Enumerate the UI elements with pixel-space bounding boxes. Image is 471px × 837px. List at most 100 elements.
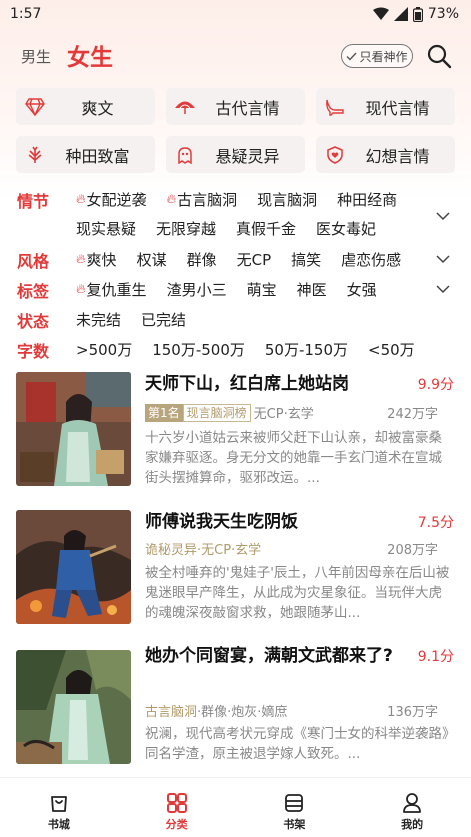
expand-chevron-icon[interactable] — [436, 254, 450, 264]
nav-category[interactable]: 分类 — [118, 778, 236, 837]
filter-row-status: 状态 未完结 已完结 — [0, 306, 471, 334]
category-label: 幻想言情 — [365, 146, 430, 166]
book-meta: 第1名 现言脑洞榜 无CP·玄学 242万字 — [145, 403, 455, 422]
rank-list-badge[interactable]: 现言脑洞榜 — [182, 403, 251, 422]
nav-label: 我的 — [401, 818, 424, 831]
book-word-count: 208万字 — [387, 543, 438, 558]
book-cover[interactable] — [16, 650, 131, 764]
category-card[interactable]: 幻想言情 — [316, 136, 455, 173]
search-icon[interactable] — [426, 43, 452, 69]
filter-tag[interactable]: 渣男小三 — [167, 279, 227, 300]
book-description: 十六岁小道姑云来被师父赶下山认亲，却被富豪桑家嫌弃驱逐。身无分文的她靠一手玄门道… — [145, 430, 442, 486]
nav-label: 书架 — [283, 818, 306, 831]
book-genre: 诡秘灵异·无CP·玄学 — [145, 543, 262, 558]
book-score: 9.9分 — [417, 377, 454, 393]
filter-row-plot: 情节 🔥︎ 女配逆袭 🔥︎ 古言脑洞 现言脑洞 种田经商 — [0, 186, 471, 214]
book-meta: 古言脑洞 ·群像·炮灰·嫡庶 136万字 — [145, 701, 455, 720]
status-icons: 73% — [372, 6, 459, 22]
filter-tag[interactable]: 50万-150万 — [265, 339, 348, 360]
category-card[interactable]: 古代言情 — [166, 88, 305, 125]
filter-tag[interactable]: 已完结 — [141, 309, 186, 330]
bottom-nav: 书城 分类 书架 我的 — [0, 777, 471, 837]
signal-icon — [393, 7, 408, 21]
book-description: 祝澜，现代高考状元穿成《寒门士女的科举逆袭路》同名学渣，原主被退学嫁人致死。..… — [145, 726, 449, 762]
book-cover[interactable] — [16, 372, 131, 486]
filter-label-words: 字数 — [17, 342, 50, 361]
book-genre: 古言脑洞 — [145, 705, 198, 720]
profile-icon — [403, 793, 422, 813]
filter-tag[interactable]: 未完结 — [76, 309, 121, 330]
status-time: 1:57 — [10, 6, 42, 22]
wifi-icon — [372, 7, 389, 20]
check-icon — [346, 52, 357, 61]
header: 男生 女生 只看神作 — [0, 36, 471, 76]
filter-tag[interactable]: 女强 — [347, 279, 377, 300]
expand-chevron-icon[interactable] — [436, 284, 450, 294]
filter-tag[interactable]: 无限穿越 — [156, 218, 216, 239]
filter-tag[interactable]: 现言脑洞 — [257, 189, 317, 210]
filter-row-words: 字数 >500万 150万-500万 50万-150万 <50万 — [0, 336, 471, 364]
nav-profile[interactable]: 我的 — [353, 778, 471, 837]
category-grid: 爽文 古代言情 现代言情 种田致富 悬疑灵异 幻想言情 — [16, 88, 456, 173]
battery-icon — [412, 6, 423, 22]
filter-tag[interactable]: 医女毒妃 — [316, 218, 376, 239]
filter-tag[interactable]: >500万 — [76, 339, 132, 360]
category-card[interactable]: 爽文 — [16, 88, 155, 125]
filter-label-tag: 标签 — [17, 282, 50, 301]
nav-label: 书城 — [47, 818, 70, 831]
filter-tag[interactable]: 萌宝 — [247, 279, 277, 300]
filter-tag[interactable]: 无CP — [237, 249, 272, 270]
status-bar: 1:57 73% — [0, 0, 471, 28]
category-label: 种田致富 — [65, 146, 130, 166]
rank-badge: 第1名 — [145, 403, 183, 422]
book-title[interactable]: 师傅说我天生吃阴饭 — [145, 508, 405, 536]
nav-label: 分类 — [165, 818, 188, 831]
filter-tag[interactable]: 群像 — [187, 249, 217, 270]
book-item[interactable]: 师傅说我天生吃阴饭 7.5分 诡秘灵异·无CP·玄学 208万字 被全村唾弃的'… — [0, 506, 471, 631]
book-description: 被全村唾弃的'鬼娃子'辰土，八年前因母亲在后山被鬼迷眼早产降生，从此成为灾星象征… — [145, 565, 450, 621]
category-card[interactable]: 悬疑灵异 — [166, 136, 305, 173]
battery-percent: 73% — [427, 6, 459, 22]
tab-female[interactable]: 女生 — [67, 38, 113, 72]
book-title[interactable]: 天师下山，红白席上她站岗 — [145, 370, 405, 398]
filter-tag[interactable]: 种田经商 — [337, 189, 397, 210]
filter-tag[interactable]: 虐恋伤感 — [341, 249, 401, 270]
category-card[interactable]: 种田致富 — [16, 136, 155, 173]
masterpiece-filter-toggle[interactable]: 只看神作 — [341, 44, 413, 68]
book-title[interactable]: 她办个同窗宴，满朝文武都来了? — [145, 642, 405, 670]
category-label: 悬疑灵异 — [215, 146, 280, 166]
book-item[interactable]: 她办个同窗宴，满朝文武都来了? 9.1分 古言脑洞 ·群像·炮灰·嫡庶 136万… — [0, 646, 471, 771]
filter-tag[interactable]: 🔥︎ 复仇重生 — [76, 279, 147, 300]
nav-bookstore[interactable]: 书城 — [0, 778, 118, 837]
filter-tag[interactable]: 🔥︎ 女配逆袭 — [76, 189, 147, 210]
filter-row-tag: 标签 🔥︎ 复仇重生 渣男小三 萌宝 神医 女强 — [0, 276, 471, 304]
book-meta: 诡秘灵异·无CP·玄学 208万字 — [145, 539, 455, 558]
filter-tag[interactable]: 真假千金 — [236, 218, 296, 239]
filter-tag[interactable]: 🔥︎ 爽快 — [76, 249, 117, 270]
filter-tag[interactable]: 🔥︎ 古言脑洞 — [167, 189, 238, 210]
filter-tag[interactable]: 现实悬疑 — [76, 218, 136, 239]
tab-male[interactable]: 男生 — [21, 46, 51, 67]
book-cover[interactable] — [16, 510, 131, 624]
filter-row-plot-2: 现实悬疑 无限穿越 真假千金 医女毒妃 — [0, 212, 471, 243]
fire-icon: 🔥︎ — [76, 252, 86, 267]
category-card[interactable]: 现代言情 — [316, 88, 455, 125]
category-label: 古代言情 — [215, 98, 280, 118]
category-label: 爽文 — [81, 98, 114, 118]
filter-label-style: 风格 — [17, 252, 50, 271]
bookstore-icon — [50, 796, 67, 812]
fire-icon: 🔥︎ — [76, 192, 86, 207]
expand-chevron-icon[interactable] — [436, 211, 450, 221]
category-label: 现代言情 — [365, 98, 430, 118]
filter-tag[interactable]: <50万 — [368, 339, 415, 360]
fire-icon: 🔥︎ — [76, 282, 86, 297]
nav-bookshelf[interactable]: 书架 — [236, 778, 354, 837]
book-score: 7.5分 — [417, 515, 454, 531]
book-word-count: 242万字 — [387, 407, 438, 422]
filter-tag[interactable]: 权谋 — [137, 249, 167, 270]
filter-tag[interactable]: 神医 — [297, 279, 327, 300]
filter-row-style: 风格 🔥︎ 爽快 权谋 群像 无CP 搞笑 虐恋伤感 — [0, 246, 471, 274]
filter-tag[interactable]: 150万-500万 — [152, 339, 245, 360]
filter-tag[interactable]: 搞笑 — [291, 249, 321, 270]
book-item[interactable]: 天师下山，红白席上她站岗 9.9分 第1名 现言脑洞榜 无CP·玄学 242万字… — [0, 368, 471, 493]
